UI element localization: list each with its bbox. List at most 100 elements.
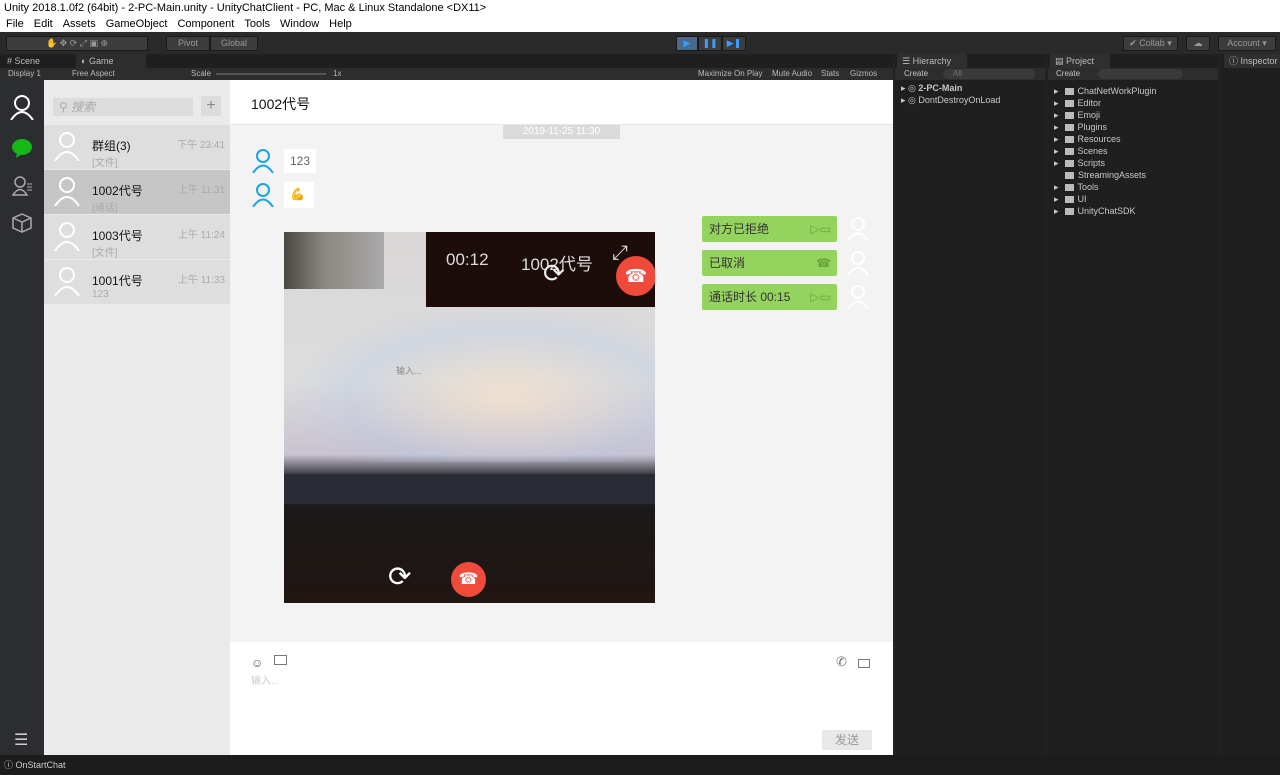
hierarchy-item[interactable]: ▸ ◎ 2-PC-Main (901, 82, 962, 94)
project-folder[interactable]: ▸ ChatNetWorkPlugin (1054, 85, 1156, 97)
tab-inspector[interactable]: ⓘ Inspector (1224, 54, 1280, 68)
profile-icon[interactable] (10, 94, 34, 120)
avatar-icon (54, 222, 80, 251)
search-placeholder: 搜索 (71, 100, 96, 114)
conversation-preview: 123 (92, 289, 109, 300)
conversation-item[interactable]: 群组(3) [文件] 下午 23:41 (44, 125, 230, 170)
pause-button[interactable]: ❚❚ (698, 36, 722, 51)
menu-help[interactable]: Help (329, 16, 352, 32)
conversation-item[interactable]: 1003代号 [文件] 上午 11:24 (44, 215, 230, 260)
folder-icon (1064, 100, 1074, 108)
tab-scene[interactable]: # Scene (2, 54, 62, 68)
gizmos-toggle[interactable]: Gizmos (850, 68, 877, 80)
conversation-item[interactable]: 1001代号 123 上午 11:33 (44, 260, 230, 305)
game-view-toolbar: Display 1 Free Aspect Scale 1x Maximize … (0, 68, 893, 80)
folder-icon[interactable] (274, 655, 287, 665)
cloud-icon[interactable]: ☁ (1186, 36, 1210, 51)
tab-game[interactable]: ◐ Game (76, 54, 146, 68)
avatar-icon (54, 177, 80, 206)
folder-label: Scripts (1077, 158, 1106, 168)
conversation-name: 1001代号 (92, 274, 143, 288)
tab-project[interactable]: ▤ Project (1050, 54, 1110, 68)
play-button[interactable]: ▶ (676, 36, 698, 51)
add-button[interactable]: + (201, 96, 221, 116)
search-input[interactable]: ⚲ 搜索 (53, 98, 193, 116)
folder-icon (1064, 208, 1074, 216)
folder-label: Plugins (1077, 122, 1108, 132)
message-bubble: 123 (284, 149, 317, 173)
project-folder[interactable]: ▸ Plugins (1054, 121, 1107, 133)
step-button[interactable]: ▶❚ (722, 36, 746, 51)
menu-file[interactable]: File (6, 16, 24, 32)
contacts-icon[interactable] (12, 176, 34, 196)
transform-tools[interactable]: ✋ ✥ ⟳ ⤢ ▣ ⊕ (6, 36, 148, 51)
project-search[interactable] (1098, 69, 1183, 79)
mute-audio-toggle[interactable]: Mute Audio (772, 68, 812, 80)
project-folder[interactable]: ▸ Editor (1054, 97, 1101, 109)
switch-camera-icon[interactable]: ⟳ (543, 258, 565, 289)
cube-icon[interactable] (12, 213, 32, 233)
conversation-item[interactable]: 1002代号 [通话] 上午 11:31 (44, 170, 230, 215)
folder-label: StreamingAssets (1078, 170, 1147, 180)
account-button[interactable]: Account ▾ (1218, 36, 1276, 51)
stats-toggle[interactable]: Stats (821, 68, 839, 80)
tab-hierarchy-label: Hierarchy (912, 56, 952, 66)
input-area: ☺ ✆ 输入... 发送 (230, 642, 893, 755)
project-folder[interactable]: ▸ Emoji (1054, 109, 1100, 121)
status-message: OnStartChat (15, 760, 66, 770)
emoji-icon[interactable]: ☺ (251, 656, 263, 670)
project-folder[interactable]: StreamingAssets (1054, 169, 1146, 181)
pivot-button[interactable]: Pivot (166, 36, 210, 51)
tab-hierarchy[interactable]: ☰ Hierarchy (897, 54, 967, 68)
call-record-rejected[interactable]: 对方已拒绝 ▷▭ (702, 216, 837, 242)
folder-label: UnityChatSDK (1077, 206, 1136, 216)
scale-slider[interactable] (216, 73, 326, 75)
display-select[interactable]: Display 1 (8, 68, 41, 80)
folder-icon (1064, 124, 1074, 132)
aspect-select[interactable]: Free Aspect (72, 68, 115, 80)
menu-tools[interactable]: Tools (244, 16, 270, 32)
maximize-on-play-toggle[interactable]: Maximize On Play (698, 68, 762, 80)
global-button[interactable]: Global (210, 36, 258, 51)
hierarchy-create[interactable]: Create (904, 68, 928, 80)
project-folder[interactable]: ▸ UI (1054, 193, 1087, 205)
scale-value: 1x (333, 69, 342, 78)
timestamp: 2019-11-25 11:30 (503, 125, 620, 139)
folder-icon (1065, 172, 1075, 180)
call-record-cancelled[interactable]: 已取消 ☎ (702, 250, 837, 276)
menu-window[interactable]: Window (280, 16, 319, 32)
video-call-icon[interactable] (858, 659, 870, 668)
conversation-time: 上午 11:33 (177, 275, 225, 286)
menu-edit[interactable]: Edit (34, 16, 53, 32)
project-folder[interactable]: ▸ UnityChatSDK (1054, 205, 1136, 217)
project-folder[interactable]: ▸ Tools (1054, 181, 1099, 193)
conversation-list: ⚲ 搜索 + 群组(3) [文件] 下午 23:41 1002代号 [通话] 上午 11… (44, 80, 230, 755)
project-folder[interactable]: ▸ Scripts (1054, 157, 1105, 169)
project-create[interactable]: Create (1056, 68, 1080, 80)
hangup-button[interactable]: ☎ (616, 256, 655, 296)
phone-icon: ☎ (816, 256, 831, 270)
folder-label: Resources (1077, 134, 1121, 144)
folder-icon (1064, 112, 1074, 120)
call-record-duration[interactable]: 通话时长 00:15 ▷▭ (702, 284, 837, 310)
hangup-button[interactable]: ☎ (451, 562, 486, 597)
hierarchy-search[interactable]: All (943, 69, 1035, 79)
voice-call-icon[interactable]: ✆ (836, 654, 847, 670)
menu-component[interactable]: Component (177, 16, 234, 32)
avatar-icon (54, 132, 80, 161)
chat-icon[interactable] (11, 138, 33, 158)
menu-icon[interactable]: ☰ (14, 730, 28, 750)
project-folder[interactable]: ▸ Resources (1054, 133, 1121, 145)
chat-title: 1002代号 (230, 80, 893, 125)
hierarchy-item[interactable]: ▸ ◎ DontDestroyOnLoad (901, 94, 1000, 106)
menu-gameobject[interactable]: GameObject (106, 16, 168, 32)
folder-label: Emoji (1077, 110, 1101, 120)
search-icon: ⚲ (59, 100, 68, 114)
menu-assets[interactable]: Assets (63, 16, 96, 32)
send-button[interactable]: 发送 (822, 730, 872, 750)
avatar-icon (252, 183, 274, 207)
collab-button[interactable]: ✔ Collab ▾ (1123, 36, 1178, 51)
message-input[interactable]: 输入... (251, 672, 851, 732)
project-folder[interactable]: ▸ Scenes (1054, 145, 1108, 157)
switch-camera-icon[interactable]: ⟳ (388, 560, 411, 593)
